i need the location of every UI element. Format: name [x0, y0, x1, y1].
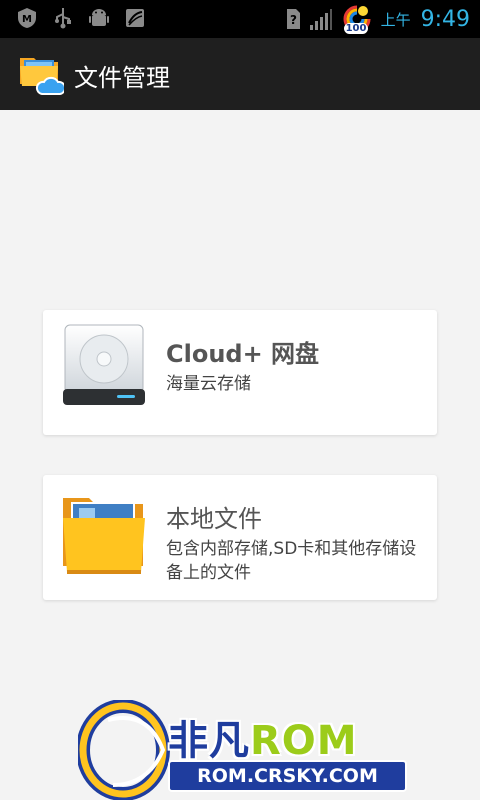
clock-ampm: 上午	[380, 10, 411, 29]
local-files-card[interactable]: 本地文件 包含内部存储,SD卡和其他存储设备上的文件	[43, 475, 437, 600]
watermark-prefix: 非凡	[168, 718, 250, 764]
watermark-suffix: ROM	[250, 718, 358, 764]
status-bar: M ? 100 上午 9:49	[0, 0, 480, 38]
weather-battery-icon: 100	[341, 3, 373, 35]
notification-icons: M	[16, 7, 146, 29]
svg-text:?: ?	[290, 13, 297, 27]
clock-time: 9:49	[420, 6, 470, 32]
app-title: 文件管理	[74, 64, 170, 92]
cloud-storage-card[interactable]: Cloud+ 网盘 海量云存储	[43, 310, 437, 435]
action-bar: 文件管理	[0, 38, 480, 110]
battery-level: 100	[343, 23, 369, 34]
system-icons: ? 100 上午 9:49	[285, 4, 470, 34]
svg-text:M: M	[22, 14, 32, 25]
android-debug-icon	[89, 9, 109, 26]
hard-drive-icon	[63, 324, 145, 405]
card-title: Cloud+ 网盘	[166, 340, 320, 368]
watermark-brand: 非凡ROM	[168, 708, 358, 766]
card-subtitle: 包含内部存储,SD卡和其他存储设备上的文件	[166, 539, 417, 583]
folder-icon	[63, 498, 145, 574]
mcafee-icon: M	[18, 8, 36, 28]
sim-unknown-icon: ?	[286, 9, 300, 29]
watermark-url: ROM.CRSKY.COM	[168, 760, 407, 792]
card-title: 本地文件	[166, 505, 262, 533]
card-subtitle: 海量云存储	[166, 374, 251, 394]
folder-cloud-icon[interactable]	[18, 50, 64, 96]
signal-icon	[309, 9, 332, 30]
sd-card-icon	[126, 9, 144, 27]
usb-icon	[55, 8, 71, 29]
